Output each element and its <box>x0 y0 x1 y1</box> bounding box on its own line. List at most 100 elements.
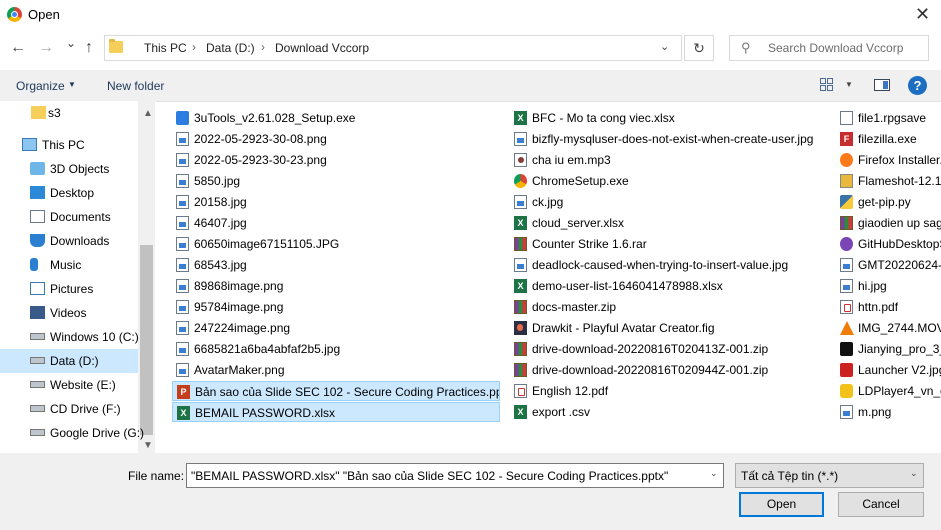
file-item[interactable]: Xexport .csv <box>510 402 830 422</box>
nav-item-data-d[interactable]: Data (D:) <box>0 349 138 373</box>
breadcrumb-data-d[interactable]: Data (D:) <box>206 41 255 55</box>
file-item[interactable]: 68543.jpg <box>172 255 500 275</box>
file-type-value[interactable]: Tất cả Tệp tin (*.*) <box>741 469 838 483</box>
file-item[interactable]: GMT20220624-020051_Recording <box>836 255 941 275</box>
file-item[interactable]: P Bản sao của Slide SEC 102 - Secure Codi… <box>172 381 500 401</box>
file-item[interactable]: 60650image67151105.JPG <box>172 234 500 254</box>
file-item[interactable]: Flameshot-12.1.0-win64.msi <box>836 171 941 191</box>
file-name: ck.jpg <box>532 195 564 209</box>
file-type-dropdown-icon[interactable]: ⌄ <box>910 468 918 479</box>
pictures-icon <box>30 282 45 295</box>
file-name-value[interactable]: "BEMAIL PASSWORD.xlsx" "Bản sao của Slid… <box>191 469 668 483</box>
music-icon <box>30 258 38 271</box>
file-item[interactable]: cha iu em.mp3 <box>510 150 830 170</box>
nav-item-3d-objects[interactable]: 3D Objects <box>0 157 138 181</box>
file-item[interactable]: ChromeSetup.exe <box>510 171 830 191</box>
file-item[interactable]: docs-master.zip <box>510 297 830 317</box>
file-item[interactable]: Ffilezilla.exe <box>836 129 941 149</box>
file-item[interactable]: get-pip.py <box>836 192 941 212</box>
file-item[interactable]: LDPlayer4_vn_com.vng <box>836 381 941 401</box>
nav-item-documents[interactable]: Documents <box>0 205 138 229</box>
file-name: 60650image67151105.JPG <box>194 237 340 251</box>
file-item[interactable]: ck.jpg <box>510 192 830 212</box>
breadcrumb-this-pc[interactable]: This PC <box>144 41 187 55</box>
close-icon[interactable]: ✕ <box>915 4 930 25</box>
file-name: 20158.jpg <box>194 195 247 209</box>
nav-item-s3[interactable]: s3 <box>0 101 138 125</box>
file-item[interactable]: drive-download-20220816T020413Z-001.zip <box>510 339 830 359</box>
scrollbar-thumb[interactable] <box>140 245 153 435</box>
address-bar[interactable] <box>104 35 682 61</box>
breadcrumb-separator[interactable]: › <box>192 40 196 54</box>
doc-file-icon <box>840 111 853 125</box>
nav-item-website-e[interactable]: Website (E:) <box>0 373 138 397</box>
file-item[interactable]: m.png <box>836 402 941 422</box>
nav-item-google-drive-g[interactable]: Google Drive (G:) <box>0 421 144 445</box>
file-item[interactable]: 89868image.png <box>172 276 500 296</box>
file-item[interactable]: 247224image.png <box>172 318 500 338</box>
file-item[interactable]: Firefox Installer.exe <box>836 150 941 170</box>
file-item[interactable]: bizfly-mysqluser-does-not-exist-when-cre… <box>510 129 830 149</box>
file-item[interactable]: 2022-05-2923-30-08.png <box>172 129 500 149</box>
recent-locations-chevron-icon[interactable]: ⌄ <box>66 36 76 50</box>
file-item[interactable]: Counter Strike 1.6.rar <box>510 234 830 254</box>
file-item[interactable]: X BFC - Mo ta cong viec.xlsx <box>510 108 830 128</box>
file-name: drive-download-20220816T020413Z-001.zip <box>532 342 769 356</box>
nav-item-downloads[interactable]: Downloads <box>0 229 138 253</box>
file-item[interactable]: 2022-05-2923-30-23.png <box>172 150 500 170</box>
nav-item-label: Pictures <box>50 282 94 296</box>
file-item[interactable]: drive-download-20220816T020944Z-001.zip <box>510 360 830 380</box>
back-arrow-icon[interactable]: ← <box>10 39 26 57</box>
organize-dropdown-icon[interactable]: ▼ <box>68 80 76 89</box>
nav-item-cd-drive-f[interactable]: CD Drive (F:) <box>0 397 138 421</box>
file-item[interactable]: IMG_2744.MOV <box>836 318 941 338</box>
breadcrumb-separator[interactable]: › <box>261 40 265 54</box>
view-options-dropdown-icon[interactable]: ▼ <box>845 80 853 89</box>
nav-item-this-pc[interactable]: This PC <box>0 133 138 157</box>
help-icon[interactable]: ? <box>908 76 927 95</box>
file-item[interactable]: Drawkit - Playful Avatar Creator.fig <box>510 318 830 338</box>
nav-item-windows-10-c[interactable]: Windows 10 (C:) <box>0 325 139 349</box>
file-item[interactable]: X BEMAIL PASSWORD.xlsx <box>172 402 500 422</box>
change-view-icon[interactable] <box>820 78 834 92</box>
file-item[interactable]: Xdemo-user-list-1646041478988.xlsx <box>510 276 830 296</box>
file-item[interactable]: Xcloud_server.xlsx <box>510 213 830 233</box>
file-name: drive-download-20220816T020944Z-001.zip <box>532 363 769 377</box>
file-item[interactable]: file1.rpgsave <box>836 108 941 128</box>
refresh-icon[interactable]: ↻ <box>684 35 714 61</box>
forward-arrow-icon[interactable]: → <box>38 39 54 57</box>
nav-item-music[interactable]: Music <box>0 253 138 277</box>
file-item[interactable]: 5850.jpg <box>172 171 500 191</box>
organize-button[interactable]: Organize <box>16 79 65 93</box>
cancel-button[interactable]: Cancel <box>838 492 924 517</box>
file-item[interactable]: deadlock-caused-when-trying-to-insert-va… <box>510 255 830 275</box>
file-item[interactable]: giaodien up sagnew <box>836 213 941 233</box>
file-item[interactable]: GitHubDesktopSetup-x64.exe <box>836 234 941 254</box>
nav-item-desktop[interactable]: Desktop <box>0 181 138 205</box>
file-item[interactable]: 46407.jpg <box>172 213 500 233</box>
file-item[interactable]: 20158.jpg <box>172 192 500 212</box>
file-item[interactable]: AvatarMaker.png <box>172 360 500 380</box>
scroll-down-icon[interactable]: ▼ <box>143 440 153 451</box>
new-folder-button[interactable]: New folder <box>107 79 164 93</box>
up-arrow-icon[interactable]: ↑ <box>85 39 93 57</box>
file-item[interactable]: Launcher V2.jpg <box>836 360 941 380</box>
breadcrumb-download-vccorp[interactable]: Download Vccorp <box>275 41 369 55</box>
file-name-dropdown-icon[interactable]: ⌄ <box>710 468 718 479</box>
file-item[interactable]: English 12.pdf <box>510 381 830 401</box>
img-file-icon <box>176 153 189 167</box>
file-item[interactable]: Jianying_pro_3_3_0_8674 <box>836 339 941 359</box>
nav-item-videos[interactable]: Videos <box>0 301 138 325</box>
scroll-up-icon[interactable]: ▲ <box>143 108 153 119</box>
preview-pane-icon[interactable] <box>874 79 890 91</box>
address-dropdown-icon[interactable]: ⌄ <box>660 40 669 53</box>
file-name: get-pip.py <box>858 195 911 209</box>
file-item[interactable]: 3uTools_v2.61.028_Setup.exe <box>172 108 500 128</box>
file-name: BEMAIL PASSWORD.xlsx <box>195 406 336 420</box>
file-item[interactable]: hi.jpg <box>836 276 941 296</box>
file-item[interactable]: 6685821a6ba4abfaf2b5.jpg <box>172 339 500 359</box>
file-item[interactable]: httn.pdf <box>836 297 941 317</box>
nav-item-pictures[interactable]: Pictures <box>0 277 138 301</box>
open-button[interactable]: Open <box>739 492 824 517</box>
file-item[interactable]: 95784image.png <box>172 297 500 317</box>
